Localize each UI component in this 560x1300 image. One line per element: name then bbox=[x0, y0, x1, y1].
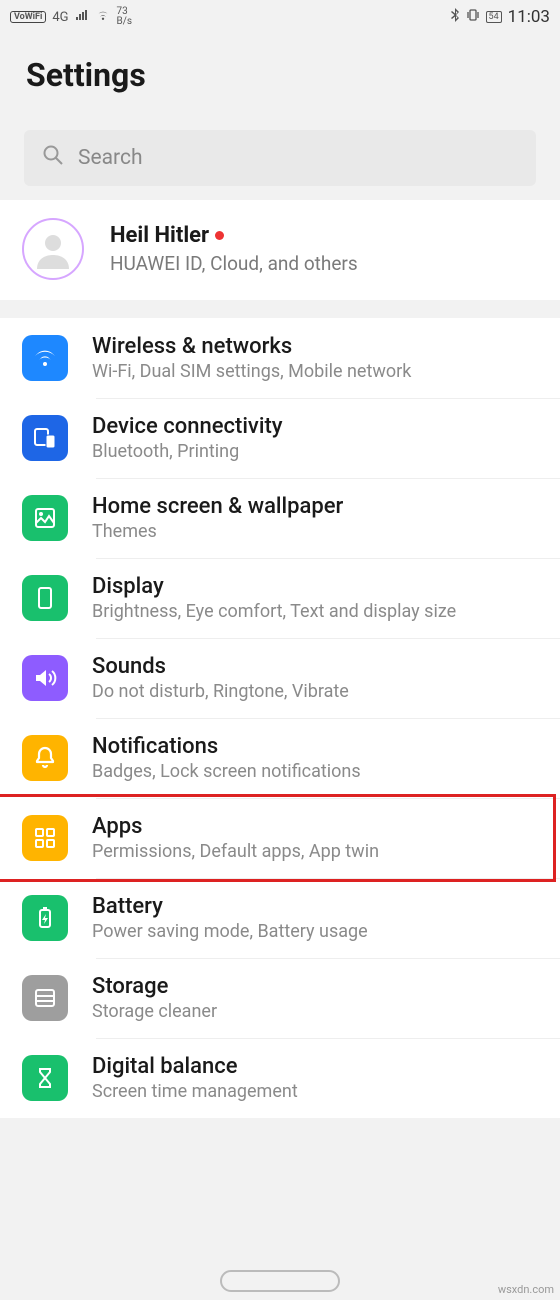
item-sub: Brightness, Eye comfort, Text and displa… bbox=[92, 601, 546, 622]
notification-dot bbox=[215, 231, 224, 240]
storage-icon bbox=[22, 975, 68, 1021]
battery-icon bbox=[22, 895, 68, 941]
item-title: Device connectivity bbox=[92, 414, 546, 439]
search-icon bbox=[42, 144, 64, 172]
page-title: Settings bbox=[0, 34, 560, 122]
item-sub: Bluetooth, Printing bbox=[92, 441, 546, 462]
search-placeholder: Search bbox=[78, 146, 143, 170]
wifi-status-icon bbox=[95, 9, 111, 25]
settings-item-wireless-networks[interactable]: Wireless & networksWi-Fi, Dual SIM setti… bbox=[0, 318, 560, 398]
display-icon bbox=[22, 575, 68, 621]
clock: 11:03 bbox=[508, 7, 550, 27]
item-sub: Permissions, Default apps, App twin bbox=[92, 841, 546, 862]
network-gen: 4G bbox=[52, 10, 68, 25]
settings-item-apps[interactable]: AppsPermissions, Default apps, App twin bbox=[0, 798, 560, 878]
item-title: Battery bbox=[92, 894, 546, 919]
item-sub: Wi-Fi, Dual SIM settings, Mobile network bbox=[92, 361, 546, 382]
item-title: Home screen & wallpaper bbox=[92, 494, 546, 519]
item-title: Apps bbox=[92, 814, 546, 839]
battery-icon-status: 54 bbox=[486, 11, 502, 23]
apps-icon bbox=[22, 815, 68, 861]
settings-item-digital-balance[interactable]: Digital balanceScreen time management bbox=[0, 1038, 560, 1118]
settings-item-storage[interactable]: StorageStorage cleaner bbox=[0, 958, 560, 1038]
item-title: Storage bbox=[92, 974, 546, 999]
item-sub: Themes bbox=[92, 521, 546, 542]
status-bar: VoWiFi 4G 73 B/s 54 11:03 bbox=[0, 0, 560, 34]
item-sub: Screen time management bbox=[92, 1081, 546, 1102]
signal-icon bbox=[75, 9, 89, 25]
vowifi-badge: VoWiFi bbox=[10, 11, 46, 23]
vibrate-icon bbox=[466, 8, 480, 26]
settings-item-sounds[interactable]: SoundsDo not disturb, Ringtone, Vibrate bbox=[0, 638, 560, 718]
home-screen-icon bbox=[22, 495, 68, 541]
item-sub: Do not disturb, Ringtone, Vibrate bbox=[92, 681, 546, 702]
account-row[interactable]: Heil Hitler HUAWEI ID, Cloud, and others bbox=[0, 200, 560, 300]
settings-item-display[interactable]: DisplayBrightness, Eye comfort, Text and… bbox=[0, 558, 560, 638]
device-icon bbox=[22, 415, 68, 461]
network-speed: 73 B/s bbox=[117, 7, 133, 27]
item-sub: Power saving mode, Battery usage bbox=[92, 921, 546, 942]
item-title: Wireless & networks bbox=[92, 334, 546, 359]
search-input[interactable]: Search bbox=[24, 130, 536, 186]
item-title: Display bbox=[92, 574, 546, 599]
sound-icon bbox=[22, 655, 68, 701]
account-name: Heil Hitler bbox=[110, 223, 209, 248]
settings-item-home-screen-wallpaper[interactable]: Home screen & wallpaperThemes bbox=[0, 478, 560, 558]
avatar bbox=[22, 218, 84, 280]
item-sub: Storage cleaner bbox=[92, 1001, 546, 1022]
item-title: Notifications bbox=[92, 734, 546, 759]
settings-item-battery[interactable]: BatteryPower saving mode, Battery usage bbox=[0, 878, 560, 958]
hourglass-icon bbox=[22, 1055, 68, 1101]
settings-item-device-connectivity[interactable]: Device connectivityBluetooth, Printing bbox=[0, 398, 560, 478]
settings-list: Wireless & networksWi-Fi, Dual SIM setti… bbox=[0, 318, 560, 1118]
bell-icon bbox=[22, 735, 68, 781]
item-sub: Badges, Lock screen notifications bbox=[92, 761, 546, 782]
item-title: Sounds bbox=[92, 654, 546, 679]
nav-bar[interactable] bbox=[0, 1270, 560, 1292]
watermark: wsxdn.com bbox=[498, 1283, 554, 1296]
settings-item-notifications[interactable]: NotificationsBadges, Lock screen notific… bbox=[0, 718, 560, 798]
bluetooth-icon bbox=[450, 8, 460, 26]
wifi-icon bbox=[22, 335, 68, 381]
account-sub: HUAWEI ID, Cloud, and others bbox=[110, 252, 538, 275]
item-title: Digital balance bbox=[92, 1054, 546, 1079]
